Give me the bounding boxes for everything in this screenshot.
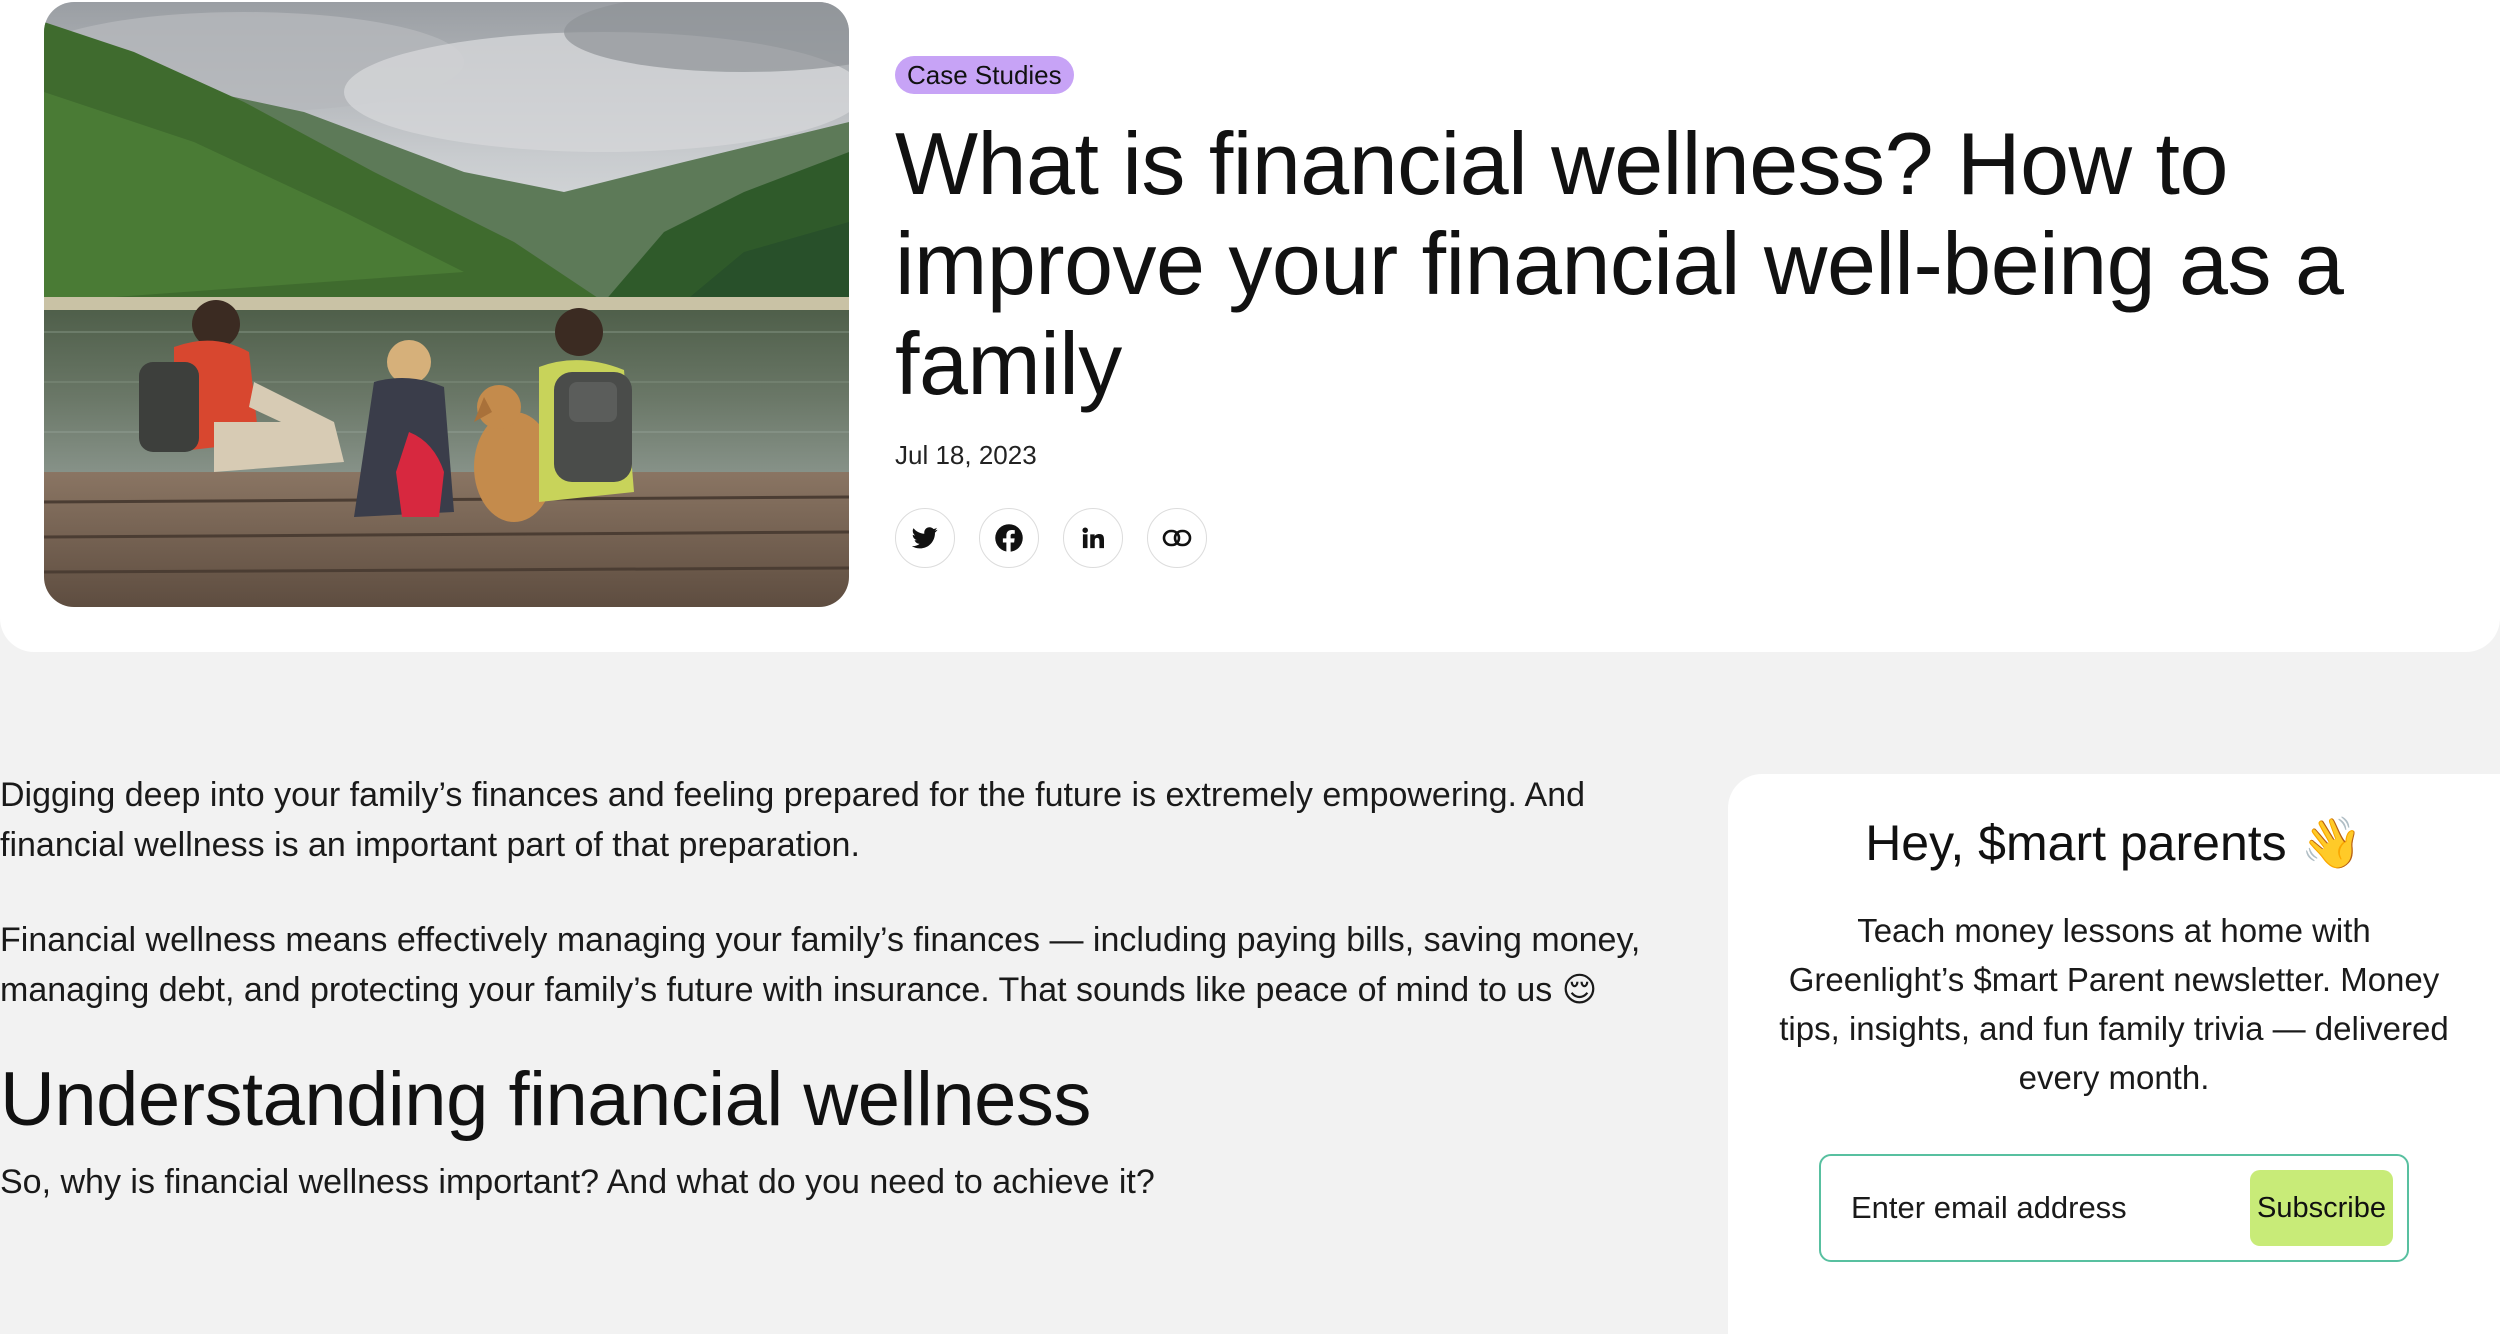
article-paragraph: Financial wellness means effectively man… (0, 921, 1641, 1009)
article-paragraph: Digging deep into your family’s finances… (0, 776, 1586, 864)
linkedin-icon (1082, 527, 1104, 549)
share-facebook-button[interactable] (979, 508, 1039, 568)
email-input[interactable] (1851, 1190, 2250, 1226)
publish-date: Jul 18, 2023 (895, 440, 1037, 470)
article-hero-card: Case Studies What is financial wellness?… (0, 0, 2500, 652)
subscribe-button[interactable]: Subscribe (2250, 1170, 2393, 1246)
newsletter-heading: Hey, $mart parents 👋 (1865, 815, 2363, 871)
newsletter-signup-card: Hey, $mart parents 👋 Teach money lessons… (1728, 774, 2500, 1334)
copy-link-button[interactable] (1147, 508, 1207, 568)
category-tag[interactable]: Case Studies (895, 56, 1074, 94)
hero-image (44, 2, 849, 607)
newsletter-form: Subscribe (1819, 1154, 2409, 1262)
section-heading: Understanding financial wellness (0, 1057, 1091, 1142)
article-title: What is financial wellness? How to impro… (895, 114, 2344, 413)
article-body: Digging deep into your family’s finances… (0, 770, 1660, 1207)
hero-photo-illustration (44, 2, 849, 607)
article-paragraph: So, why is financial wellness important?… (0, 1163, 1155, 1201)
hero-text-block: Case Studies What is financial wellness?… (895, 56, 2455, 568)
share-twitter-button[interactable] (895, 508, 955, 568)
share-buttons (895, 508, 2455, 568)
twitter-icon (912, 527, 938, 549)
share-linkedin-button[interactable] (1063, 508, 1123, 568)
facebook-icon (995, 524, 1023, 553)
newsletter-description: Teach money lessons at home with Greenli… (1779, 912, 2449, 1096)
link-icon (1162, 529, 1192, 547)
